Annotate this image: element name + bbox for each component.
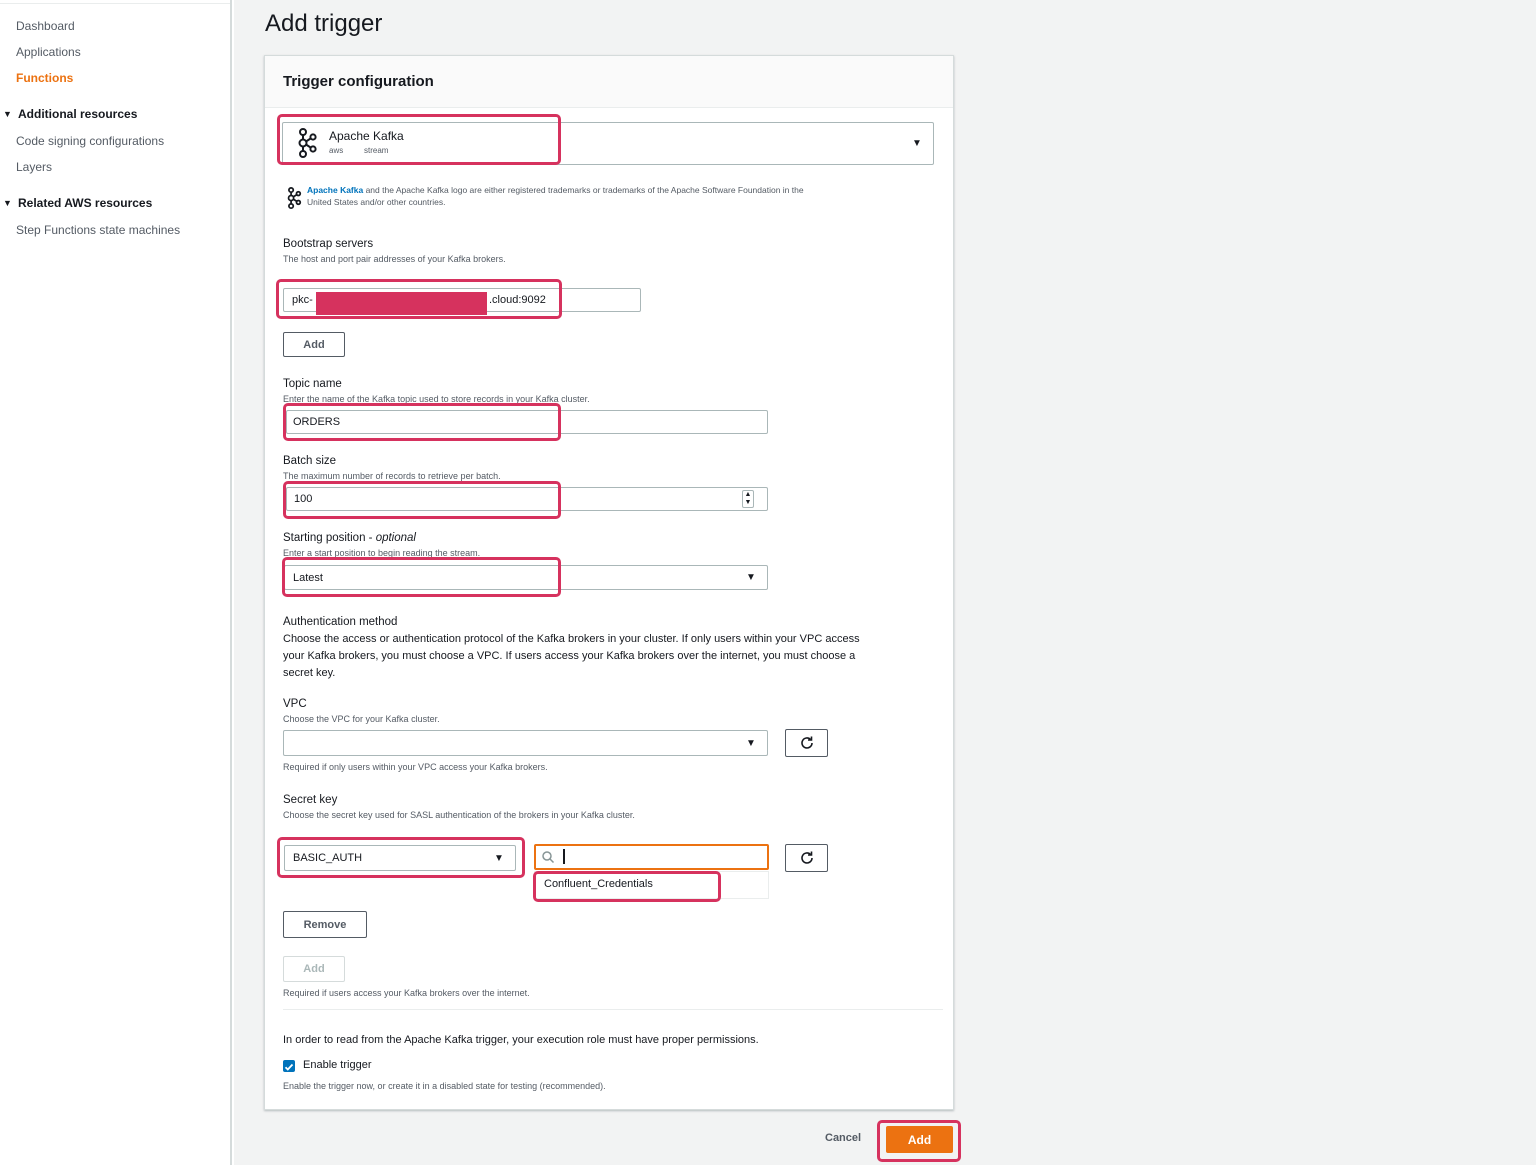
sidebar-divider	[0, 3, 230, 4]
bootstrap-servers-desc: The host and port pair addresses of your…	[283, 254, 506, 264]
secret-key-label: Secret key	[283, 794, 338, 806]
starting-position-label: Starting position - optional	[283, 532, 416, 544]
enable-trigger-desc: Enable the trigger now, or create it in …	[283, 1081, 606, 1091]
kafka-logo-icon	[286, 186, 302, 210]
sidebar-section-additional-resources[interactable]: Additional resources	[18, 107, 137, 121]
highlight-add-button	[877, 1120, 961, 1162]
refresh-icon	[800, 851, 813, 864]
trademark-notice-line1: Apache Kafka and the Apache Kafka logo a…	[307, 185, 804, 195]
permissions-note: In order to read from the Apache Kafka t…	[283, 1034, 759, 1046]
highlight-secret-option	[533, 871, 721, 902]
secret-search-input[interactable]	[534, 844, 769, 870]
section-divider	[283, 1009, 943, 1010]
auth-method-desc-line3: secret key.	[283, 667, 336, 679]
highlight-bootstrap	[276, 279, 562, 319]
batch-size-label: Batch size	[283, 455, 337, 467]
remove-secret-button[interactable]: Remove	[283, 911, 367, 938]
vpc-desc: Choose the VPC for your Kafka cluster.	[283, 714, 440, 724]
add-bootstrap-server-button[interactable]: Add	[283, 332, 345, 357]
starting-position-label-text: Starting position -	[283, 532, 376, 544]
caret-down-icon: ▼	[746, 572, 756, 583]
highlight-topic	[283, 403, 561, 441]
optional-label: optional	[375, 532, 416, 544]
sidebar-section-related-aws-resources[interactable]: Related AWS resources	[18, 196, 152, 210]
checkbox-checked-icon[interactable]	[283, 1060, 295, 1072]
cancel-button[interactable]: Cancel	[825, 1132, 861, 1144]
topic-name-label: Topic name	[283, 378, 342, 390]
auth-method-desc-line1: Choose the access or authentication prot…	[283, 633, 860, 645]
apache-kafka-link[interactable]: Apache Kafka	[307, 185, 363, 195]
vpc-help: Required if only users within your VPC a…	[283, 762, 548, 772]
expand-triangle-icon[interactable]: ▼	[3, 198, 12, 208]
add-secret-button[interactable]: Add	[283, 956, 345, 982]
bootstrap-servers-label: Bootstrap servers	[283, 238, 374, 250]
enable-trigger-label[interactable]: Enable trigger	[303, 1059, 372, 1071]
search-icon	[541, 850, 555, 864]
page-title: Add trigger	[265, 10, 383, 37]
batch-size-desc: The maximum number of records to retriev…	[283, 471, 501, 481]
sidebar-item-applications[interactable]: Applications	[16, 45, 81, 59]
sidebar-item-layers[interactable]: Layers	[16, 160, 52, 174]
stepper-icon[interactable]: ▲ ▼	[742, 490, 754, 508]
panel-title: Trigger configuration	[283, 73, 434, 90]
notice-text: and the Apache Kafka logo are either reg…	[363, 185, 804, 195]
highlight-secret-type	[277, 837, 525, 878]
highlight-starting-position	[282, 557, 561, 597]
refresh-icon	[800, 736, 813, 749]
caret-down-icon: ▼	[912, 138, 922, 149]
highlight-batch	[283, 481, 561, 519]
sidebar-item-step-functions[interactable]: Step Functions state machines	[16, 223, 180, 237]
secret-help: Required if users access your Kafka brok…	[283, 988, 530, 998]
auth-method-label: Authentication method	[283, 616, 398, 628]
sidebar	[0, 0, 232, 1165]
expand-triangle-icon[interactable]: ▼	[3, 109, 12, 119]
refresh-vpc-button[interactable]	[785, 729, 828, 757]
text-cursor	[563, 849, 565, 864]
caret-down-icon: ▼	[746, 738, 756, 749]
refresh-secret-button[interactable]	[785, 844, 828, 872]
vpc-select[interactable]	[283, 730, 768, 756]
vpc-label: VPC	[283, 698, 307, 710]
sidebar-item-dashboard[interactable]: Dashboard	[16, 19, 75, 33]
sidebar-item-code-signing[interactable]: Code signing configurations	[16, 134, 164, 148]
highlight-source	[277, 114, 561, 165]
auth-method-desc-line2: your Kafka brokers, you must choose a VP…	[283, 650, 856, 662]
secret-key-desc: Choose the secret key used for SASL auth…	[283, 810, 635, 820]
trademark-notice-line2: United States and/or other countries.	[307, 197, 446, 207]
sidebar-item-functions[interactable]: Functions	[16, 71, 73, 85]
